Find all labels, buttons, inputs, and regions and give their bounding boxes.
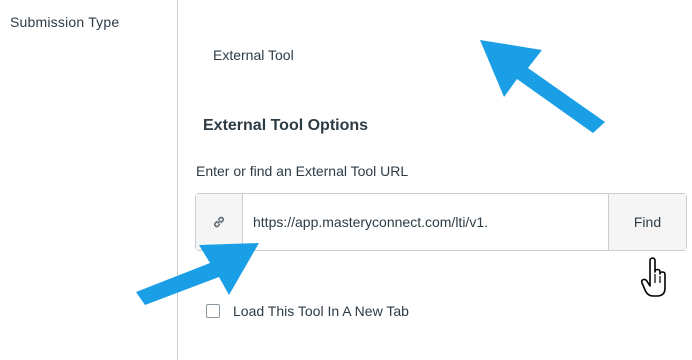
hand-pointer-icon	[640, 257, 666, 297]
submission-type-select[interactable]: External Tool	[213, 47, 294, 63]
url-input-group: Find	[195, 193, 687, 251]
callout-arrow-url	[136, 243, 259, 305]
external-tool-url-input[interactable]	[243, 194, 608, 250]
section-title: External Tool Options	[203, 117, 369, 134]
submission-type-label: Submission Type	[10, 14, 120, 30]
find-button[interactable]: Find	[608, 194, 686, 250]
callout-arrow-select	[480, 40, 605, 133]
url-field-label: Enter or find an External Tool URL	[196, 163, 409, 179]
link-icon	[196, 194, 243, 250]
